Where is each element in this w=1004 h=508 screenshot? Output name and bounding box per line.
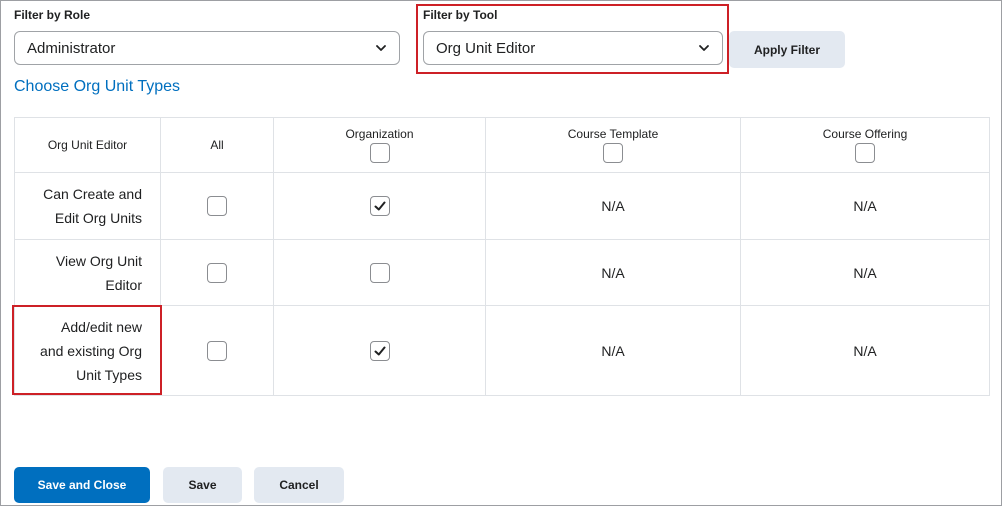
column-header-organization: Organization [273,117,486,173]
choose-org-unit-types-link[interactable]: Choose Org Unit Types [14,78,180,96]
select-all-organization-checkbox[interactable] [369,143,390,163]
column-header-label: Course Template [567,127,659,141]
role-select-value: Administrator [27,39,116,57]
role-select[interactable]: Administrator [14,31,400,65]
tool-select[interactable]: Org Unit Editor [423,31,723,65]
table-row: Can Create and Edit Org Units N/A N/A [14,172,990,240]
organization-checkbox[interactable] [369,262,390,283]
column-header-label: Organization [345,127,414,141]
row-label-line: Can Create and [43,186,142,202]
all-checkbox[interactable] [207,340,227,361]
course-offering-cell: N/A [740,239,990,306]
course-offering-cell: N/A [740,305,990,396]
row-label-highlight [12,305,162,395]
row-label: Can Create and Edit Org Units [14,172,161,240]
tool-filter-label: Filter by Tool [423,8,498,22]
save-button[interactable]: Save [163,467,242,503]
select-all-course-offering-checkbox[interactable] [855,143,875,163]
checkmark-icon [374,346,385,355]
row-label-line: Editor [105,276,142,293]
all-checkbox[interactable] [207,196,227,216]
column-header-label: Course Offering [822,127,908,141]
column-header-course-offering: Course Offering [740,117,990,173]
chevron-down-icon [699,45,709,51]
table-corner-header: Org Unit Editor [14,117,161,173]
course-template-cell: N/A [485,239,741,306]
organization-checkbox-checked[interactable] [369,340,390,361]
table-row: View Org Unit Editor N/A N/A [14,239,990,306]
checkmark-icon [374,201,385,211]
role-filter-label: Filter by Role [14,8,91,22]
course-offering-cell: N/A [740,172,990,240]
course-template-cell: N/A [485,305,741,396]
column-header-course-template: Course Template [485,117,741,173]
row-label-line: View Org Unit [55,252,142,269]
course-template-cell: N/A [485,172,741,240]
select-all-course-template-checkbox[interactable] [603,143,623,163]
apply-filter-button[interactable]: Apply Filter [729,31,845,68]
organization-checkbox-checked[interactable] [369,196,390,216]
table-header-row: Org Unit Editor All Organization Course … [14,117,990,173]
save-and-close-button[interactable]: Save and Close [14,467,150,503]
row-label: View Org Unit Editor [14,239,161,306]
chevron-down-icon [376,45,386,51]
row-label-line: Edit Org Units [54,210,142,226]
cancel-button[interactable]: Cancel [254,467,344,503]
column-header-all: All [160,117,274,173]
tool-select-value: Org Unit Editor [436,39,536,57]
all-checkbox[interactable] [207,262,227,283]
